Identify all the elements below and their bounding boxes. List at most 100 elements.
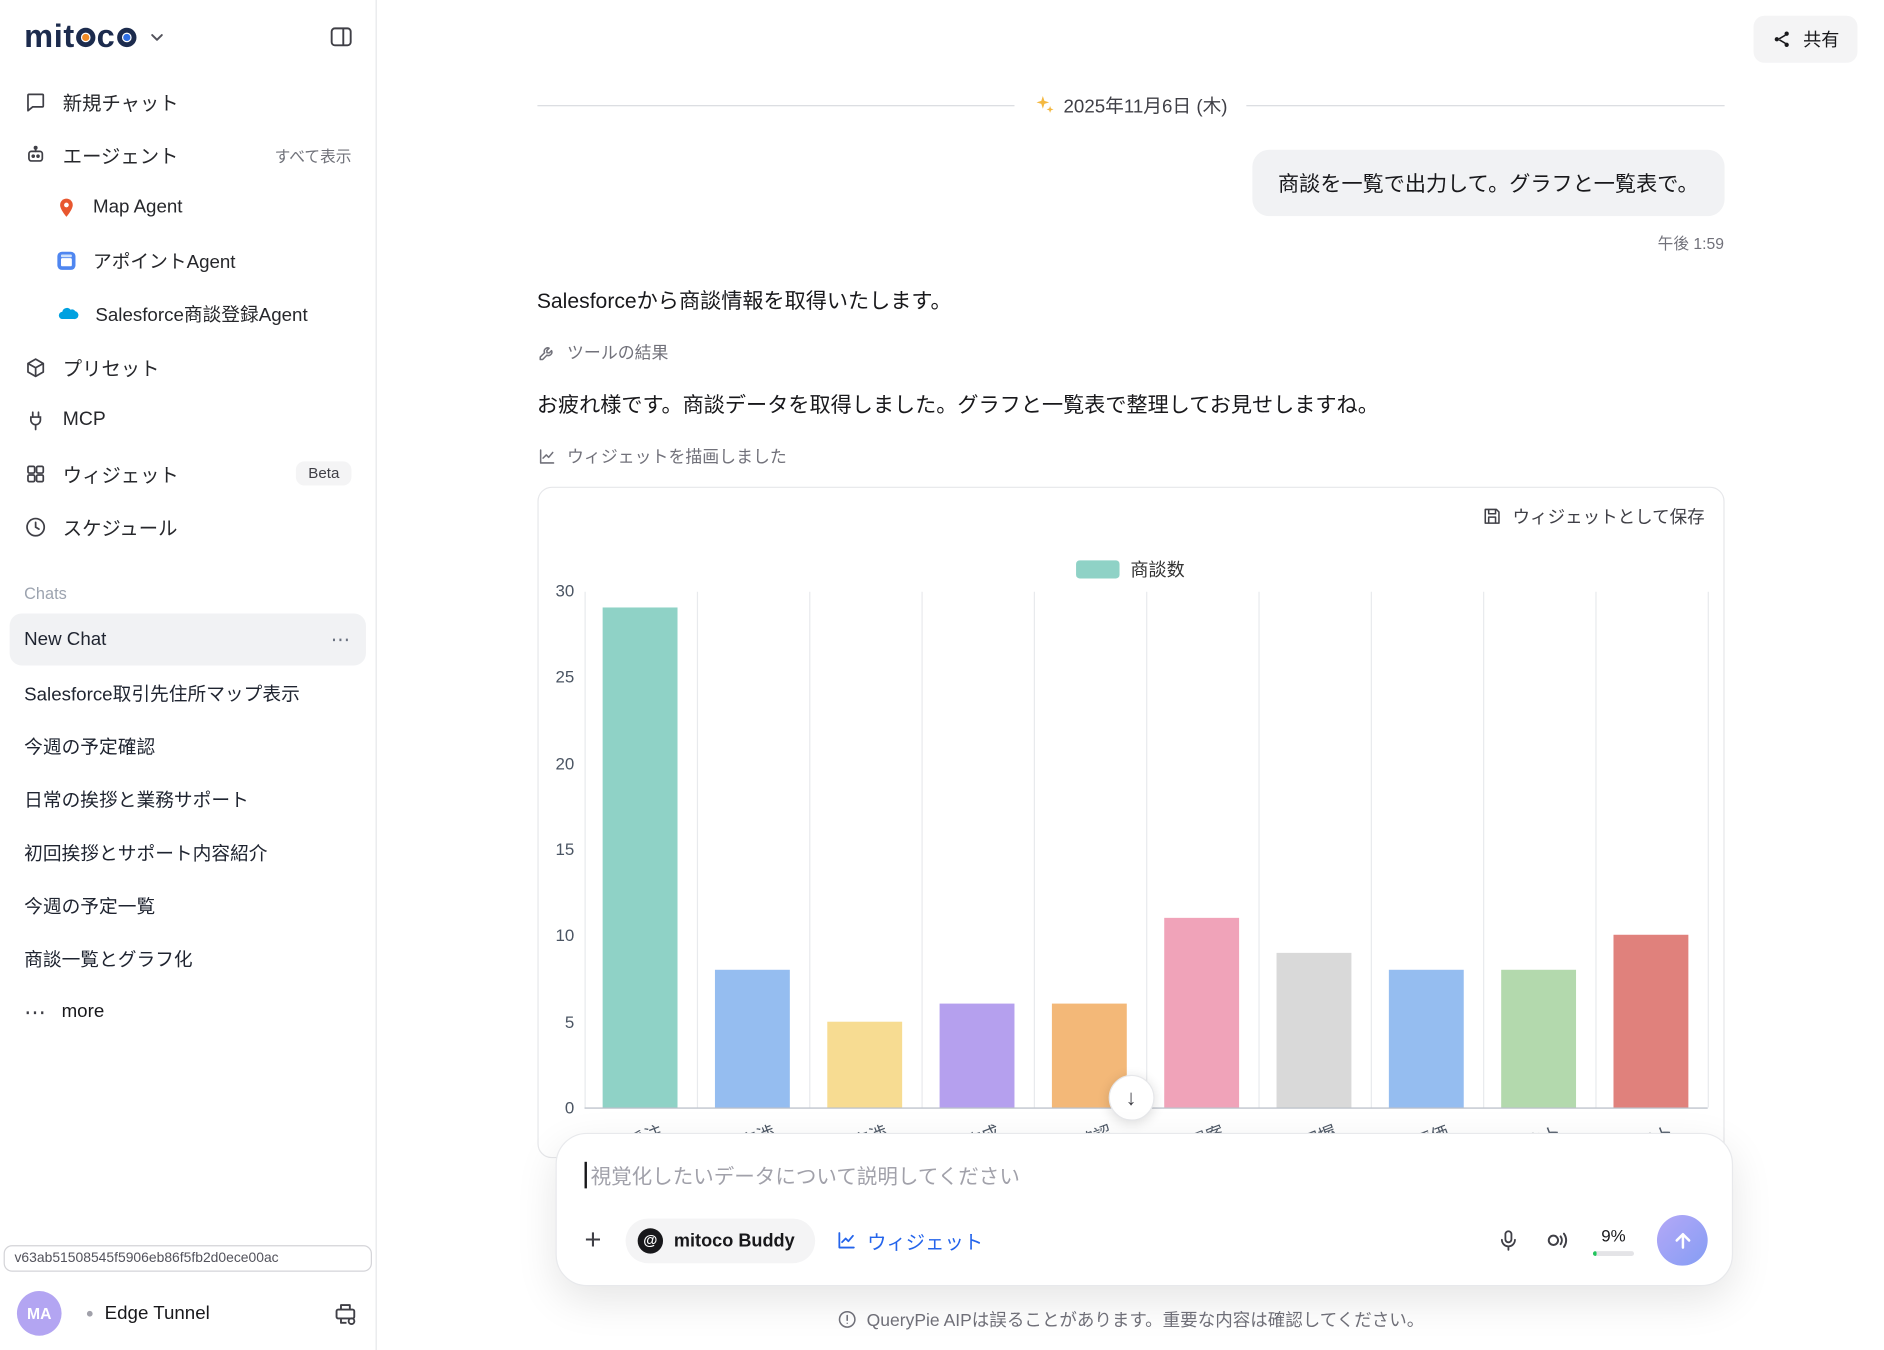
input-placeholder: 視覚化したいデータについて説明してください bbox=[590, 1165, 1020, 1189]
attach-button[interactable]: + bbox=[581, 1225, 605, 1255]
show-all-link[interactable]: すべて表示 bbox=[275, 143, 352, 166]
widget-grid-icon bbox=[27, 464, 45, 482]
bar-評価 bbox=[1388, 969, 1464, 1108]
preset-cube-icon bbox=[27, 357, 45, 377]
chats-section-header: Chats bbox=[24, 584, 67, 603]
y-axis-tick: 15 bbox=[555, 839, 575, 859]
save-widget-label: ウィジェットとして保存 bbox=[1512, 508, 1705, 528]
gridline bbox=[583, 591, 586, 1108]
gridline bbox=[696, 591, 698, 1108]
divider-line bbox=[536, 104, 1014, 106]
sidebar-item-widget[interactable]: ウィジェット Beta bbox=[10, 447, 366, 500]
widget-chart-icon bbox=[838, 1232, 855, 1249]
sidebar-item-appointment-agent[interactable]: アポイントAgent bbox=[10, 234, 366, 287]
chat-options-icon[interactable]: ⋯ bbox=[331, 627, 352, 651]
text-cursor bbox=[584, 1161, 587, 1188]
gridline bbox=[920, 591, 923, 1108]
message-input[interactable]: 視覚化したいデータについて説明してください bbox=[581, 1159, 1708, 1189]
at-icon: @ bbox=[637, 1227, 664, 1253]
chevron-down-icon[interactable] bbox=[147, 27, 166, 46]
chat-list-item[interactable]: 初回挨拶とサポート内容紹介 bbox=[10, 826, 366, 878]
sidebar: mit c 新規チャット エージェント すべて表示 Map Agent アポイン… bbox=[0, 0, 377, 1350]
buddy-label: mitoco Buddy bbox=[673, 1230, 795, 1251]
ai-disclaimer: QueryPie AIPは誤ることがあります。重要な内容は確認してください。 bbox=[377, 1307, 1884, 1332]
chat-list-item[interactable]: Salesforce取引先住所マップ表示 bbox=[10, 667, 366, 719]
more-label: more bbox=[61, 1001, 105, 1022]
sidebar-nav: 新規チャット エージェント すべて表示 Map Agent アポイントAgent… bbox=[0, 65, 376, 553]
bar-コンタクト bbox=[1501, 969, 1577, 1108]
sidebar-item-salesforce-agent[interactable]: Salesforce商談登録Agent bbox=[10, 287, 366, 340]
tool-result-toggle[interactable]: ツールの結果 bbox=[537, 341, 668, 365]
widget-label: ウィジェット bbox=[62, 466, 179, 487]
widget-mode-link[interactable]: ウィジェット bbox=[836, 1226, 983, 1255]
chat-list: New Chat ⋯ Salesforce取引先住所マップ表示 今週の予定確認 … bbox=[0, 612, 376, 1038]
chat-list-item[interactable]: 今週の予定一覧 bbox=[10, 879, 366, 931]
tunnel-label: Edge Tunnel bbox=[104, 1302, 210, 1324]
assistant-message-summary: お疲れ様です。商談データを取得しました。グラフと一覧表で整理してお見せしますね。 bbox=[536, 392, 1379, 417]
chat-title: 今週の予定確認 bbox=[24, 737, 156, 758]
bar-最終交渉 bbox=[714, 969, 790, 1108]
scroll-to-bottom-button[interactable]: ↓ bbox=[1108, 1074, 1154, 1121]
user-message-bubble: 商談を一覧で出力して。グラフと一覧表で。 bbox=[1252, 149, 1724, 217]
send-button[interactable] bbox=[1656, 1214, 1708, 1266]
logo-text-c: c bbox=[96, 18, 116, 55]
share-button[interactable]: 共有 bbox=[1753, 15, 1858, 63]
down-arrow-icon: ↓ bbox=[1125, 1085, 1137, 1110]
widget-drawn-toggle[interactable]: ウィジェットを描画しました bbox=[537, 444, 787, 468]
y-axis-tick: 25 bbox=[555, 667, 575, 687]
chat-title: New Chat bbox=[24, 628, 107, 650]
salesforce-cloud-icon bbox=[58, 307, 79, 320]
mic-button[interactable] bbox=[1496, 1228, 1520, 1252]
mitoco-logo: mit c bbox=[24, 18, 137, 55]
bar-ニーズの把握 bbox=[1276, 952, 1352, 1108]
widget-mode-label: ウィジェット bbox=[867, 1233, 984, 1254]
voice-mode-button[interactable] bbox=[1543, 1227, 1570, 1254]
buddy-selector[interactable]: @ mitoco Buddy bbox=[625, 1217, 816, 1263]
share-icon bbox=[1774, 31, 1789, 47]
send-arrow-icon bbox=[1674, 1232, 1690, 1249]
agent-icon bbox=[28, 145, 44, 162]
mcp-label: MCP bbox=[62, 409, 106, 430]
new-chat-label: 新規チャット bbox=[62, 94, 179, 115]
legend-swatch bbox=[1076, 560, 1120, 579]
voice-mode-icon bbox=[1547, 1232, 1568, 1248]
map-agent-label: Map Agent bbox=[92, 196, 183, 218]
chat-list-item[interactable]: 日常の挨拶と業務サポート bbox=[10, 773, 366, 825]
sidebar-item-map-agent[interactable]: Map Agent bbox=[10, 181, 366, 234]
usage-bar-fill bbox=[1592, 1250, 1597, 1256]
show-more-chats[interactable]: ⋯ more bbox=[0, 985, 376, 1038]
y-axis-tick: 30 bbox=[555, 580, 575, 601]
chat-title: 日常の挨拶と業務サポート bbox=[24, 790, 249, 811]
chat-list-item[interactable]: 商談一覧とグラフ化 bbox=[10, 932, 366, 984]
agents-label: エージェント bbox=[62, 147, 179, 168]
chat-list-item[interactable]: 今週の予定確認 bbox=[10, 720, 366, 772]
beta-badge: Beta bbox=[296, 461, 352, 486]
sidebar-item-agents[interactable]: エージェント すべて表示 bbox=[10, 128, 366, 181]
bar-提案書の作成 bbox=[939, 1004, 1015, 1108]
y-axis-tick: 10 bbox=[555, 925, 575, 945]
salesforce-agent-label: Salesforce商談登録Agent bbox=[95, 305, 308, 327]
mcp-plug-icon bbox=[29, 410, 42, 430]
message-timestamp: 午後 1:59 bbox=[1657, 234, 1724, 253]
user-avatar[interactable]: MA bbox=[16, 1291, 62, 1336]
chart-legend: 商談数 bbox=[538, 557, 1723, 582]
bar-受注 bbox=[602, 607, 678, 1108]
sparkle-icon bbox=[1036, 96, 1054, 113]
chat-list-item-selected[interactable]: New Chat ⋯ bbox=[9, 613, 366, 666]
sidebar-item-schedule[interactable]: スケジュール bbox=[10, 500, 366, 553]
sidebar-toggle-icon[interactable] bbox=[328, 24, 353, 49]
gridline bbox=[1482, 591, 1484, 1108]
conversation: 2025年11月6日 (木) 商談を一覧で出力して。グラフと一覧表で。 午後 1… bbox=[536, 0, 1725, 1159]
device-settings-icon[interactable] bbox=[332, 1300, 359, 1327]
sidebar-item-new-chat[interactable]: 新規チャット bbox=[10, 75, 366, 128]
save-widget-button[interactable]: ウィジェットとして保存 bbox=[1482, 504, 1705, 529]
sidebar-item-mcp[interactable]: MCP bbox=[10, 394, 366, 447]
share-label: 共有 bbox=[1803, 30, 1840, 51]
usage-percent: 9% bbox=[1601, 1225, 1626, 1245]
gridline bbox=[1594, 591, 1596, 1108]
more-icon: ⋯ bbox=[24, 999, 48, 1024]
gridline bbox=[808, 591, 810, 1108]
mic-icon bbox=[1500, 1230, 1516, 1251]
sidebar-item-preset[interactable]: プリセット bbox=[10, 341, 366, 394]
session-token: v63ab51508545f5906eb86f5fb2d0ece00ac bbox=[3, 1245, 372, 1272]
